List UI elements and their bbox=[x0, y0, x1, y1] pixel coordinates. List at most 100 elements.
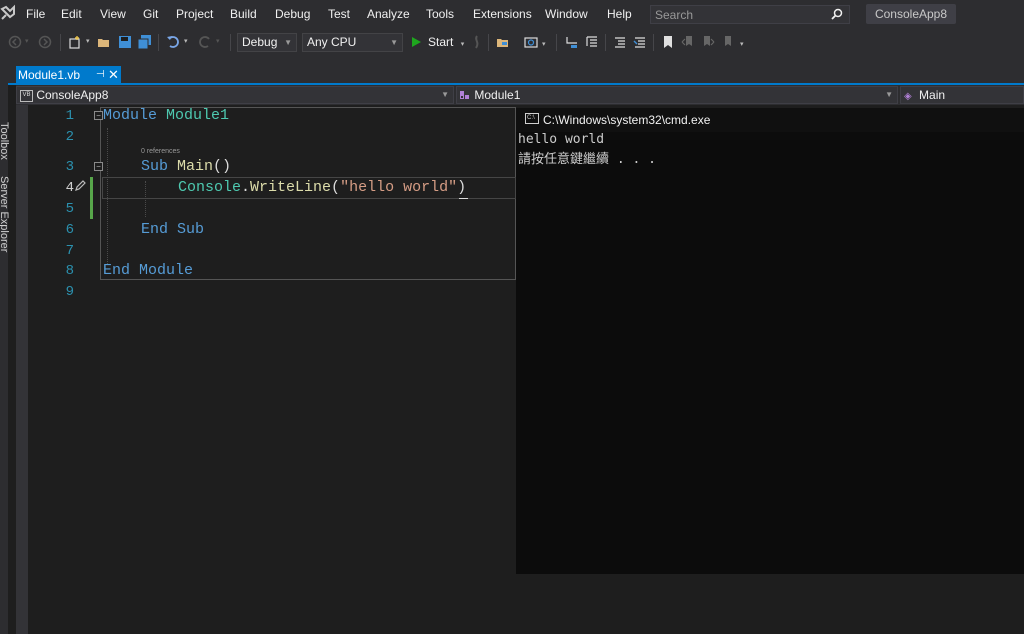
solution-name-badge[interactable]: ConsoleApp8 bbox=[866, 4, 956, 24]
project-name: ConsoleApp8 bbox=[36, 88, 109, 102]
module-name: Module1 bbox=[166, 107, 230, 124]
configuration-value: Debug bbox=[242, 35, 278, 49]
line-number: 6 bbox=[65, 222, 74, 238]
chevron-down-icon: ▼ bbox=[390, 38, 398, 47]
start-debugging-button[interactable]: Start ▾ bbox=[410, 34, 464, 51]
solution-platform-select[interactable]: Any CPU ▼ bbox=[302, 33, 403, 52]
save-icon[interactable] bbox=[118, 35, 132, 49]
start-label: Start bbox=[428, 35, 454, 49]
menu-file[interactable]: File bbox=[26, 7, 45, 21]
toolbox-tab[interactable]: Toolbox bbox=[0, 122, 10, 160]
punctuation: ( bbox=[331, 179, 341, 196]
line-number-current: 4 bbox=[65, 180, 74, 196]
new-project-icon[interactable] bbox=[68, 35, 82, 49]
document-tab-strip bbox=[8, 56, 1024, 85]
keyword: Module bbox=[139, 262, 194, 279]
solution-configuration-select[interactable]: Debug ▼ bbox=[237, 33, 297, 52]
new-dropdown-icon[interactable]: ▾ bbox=[86, 37, 90, 45]
pin-tab-icon[interactable]: ⊣ bbox=[96, 69, 105, 80]
screenshot-icon[interactable] bbox=[524, 35, 538, 49]
keyword: End bbox=[103, 262, 131, 279]
menu-tools[interactable]: Tools bbox=[426, 7, 454, 21]
method-icon: ◈ bbox=[904, 91, 912, 102]
console-title-bar[interactable]: C:\ C:\Windows\system32\cmd.exe bbox=[516, 108, 1024, 132]
indent-guide bbox=[145, 181, 146, 217]
string-literal: "hello world" bbox=[340, 179, 458, 196]
collapse-sub-icon[interactable]: − bbox=[94, 162, 103, 171]
menu-debug[interactable]: Debug bbox=[275, 7, 310, 21]
keyword: Module bbox=[103, 107, 158, 124]
outline-icon[interactable] bbox=[585, 35, 599, 49]
back-dropdown-icon[interactable]: ▾ bbox=[25, 37, 29, 45]
project-select[interactable]: VB ConsoleApp8 ▼ bbox=[16, 86, 454, 104]
toolbar-separator bbox=[230, 34, 231, 51]
type-select[interactable]: Module1 ▼ bbox=[456, 86, 898, 104]
navigate-forward-icon[interactable] bbox=[38, 35, 52, 49]
visual-studio-logo-icon[interactable] bbox=[0, 3, 16, 25]
chevron-down-icon: ▼ bbox=[885, 90, 893, 99]
menu-project[interactable]: Project bbox=[176, 7, 213, 21]
undo-icon[interactable] bbox=[166, 35, 180, 49]
code-line-4: Console.WriteLine("hello world") bbox=[178, 179, 466, 196]
code-line-3: Sub Main() bbox=[141, 158, 231, 175]
menu-help[interactable]: Help bbox=[607, 7, 632, 21]
menu-git[interactable]: Git bbox=[143, 7, 158, 21]
comment-lines-icon[interactable] bbox=[613, 35, 627, 49]
search-icon[interactable] bbox=[831, 8, 843, 20]
close-tab-icon[interactable]: ✕ bbox=[108, 67, 119, 83]
search-input[interactable]: Search bbox=[650, 5, 850, 24]
open-in-explorer-icon[interactable] bbox=[496, 35, 510, 49]
bookmark-icon[interactable] bbox=[661, 35, 675, 49]
punctuation: . bbox=[241, 179, 251, 196]
codelens-references[interactable]: 0 references bbox=[141, 148, 180, 155]
code-line-8: End Module bbox=[103, 262, 193, 279]
code-line-1: Module Module1 bbox=[103, 107, 229, 124]
keyword: Sub bbox=[177, 221, 205, 238]
navigate-back-icon[interactable] bbox=[8, 35, 22, 49]
toolbar-separator bbox=[653, 34, 654, 51]
play-icon bbox=[412, 37, 421, 47]
collapse-module-icon[interactable]: − bbox=[94, 111, 103, 120]
menu-test[interactable]: Test bbox=[328, 7, 350, 21]
toolbar-separator bbox=[605, 34, 606, 51]
tab-module1-vb[interactable]: Module1.vb ⊣ ✕ bbox=[16, 66, 121, 85]
console-title: C:\Windows\system32\cmd.exe bbox=[543, 113, 711, 127]
keyword: Sub bbox=[141, 158, 169, 175]
chevron-down-icon: ▼ bbox=[441, 90, 449, 99]
member-select[interactable]: ◈ Main bbox=[900, 86, 1024, 104]
step-into-icon[interactable] bbox=[565, 35, 579, 49]
undo-dropdown-icon[interactable]: ▾ bbox=[184, 37, 188, 45]
menu-analyze[interactable]: Analyze bbox=[367, 7, 410, 21]
side-panel-strip: Toolbox Server Explorer bbox=[0, 56, 10, 634]
module-icon bbox=[460, 91, 471, 100]
next-bookmark-icon[interactable] bbox=[701, 35, 715, 49]
menu-edit[interactable]: Edit bbox=[61, 7, 82, 21]
redo-dropdown-icon[interactable]: ▾ bbox=[216, 37, 220, 45]
line-number: 3 bbox=[65, 159, 74, 175]
toolbar-options-icon[interactable]: ▾ bbox=[740, 40, 744, 48]
line-number: 5 bbox=[65, 201, 74, 217]
hot-reload-icon[interactable] bbox=[470, 35, 484, 49]
menu-window[interactable]: Window bbox=[545, 7, 588, 21]
open-folder-icon[interactable] bbox=[97, 35, 111, 49]
clear-bookmarks-icon[interactable] bbox=[721, 35, 735, 49]
overflow-dropdown-icon[interactable]: ▾ bbox=[542, 40, 546, 48]
method-name: WriteLine bbox=[250, 179, 332, 196]
menu-view[interactable]: View bbox=[100, 7, 126, 21]
line-number: 1 bbox=[65, 108, 74, 124]
toolbar-separator bbox=[60, 34, 61, 51]
console-window[interactable]: C:\ C:\Windows\system32\cmd.exe hello wo… bbox=[516, 108, 1024, 574]
uncomment-lines-icon[interactable] bbox=[633, 35, 647, 49]
line-number: 2 bbox=[65, 129, 74, 145]
punctuation: () bbox=[213, 158, 232, 175]
save-all-icon[interactable] bbox=[138, 35, 152, 49]
console-output-line: 請按任意鍵繼續 . . . bbox=[518, 152, 656, 167]
toolbar-separator bbox=[158, 34, 159, 51]
pencil-edit-icon bbox=[75, 180, 86, 191]
menu-build[interactable]: Build bbox=[230, 7, 257, 21]
chevron-down-icon: ▾ bbox=[460, 41, 465, 48]
redo-icon[interactable] bbox=[198, 35, 212, 49]
server-explorer-tab[interactable]: Server Explorer bbox=[0, 176, 10, 252]
previous-bookmark-icon[interactable] bbox=[681, 35, 695, 49]
menu-extensions[interactable]: Extensions bbox=[473, 7, 532, 21]
